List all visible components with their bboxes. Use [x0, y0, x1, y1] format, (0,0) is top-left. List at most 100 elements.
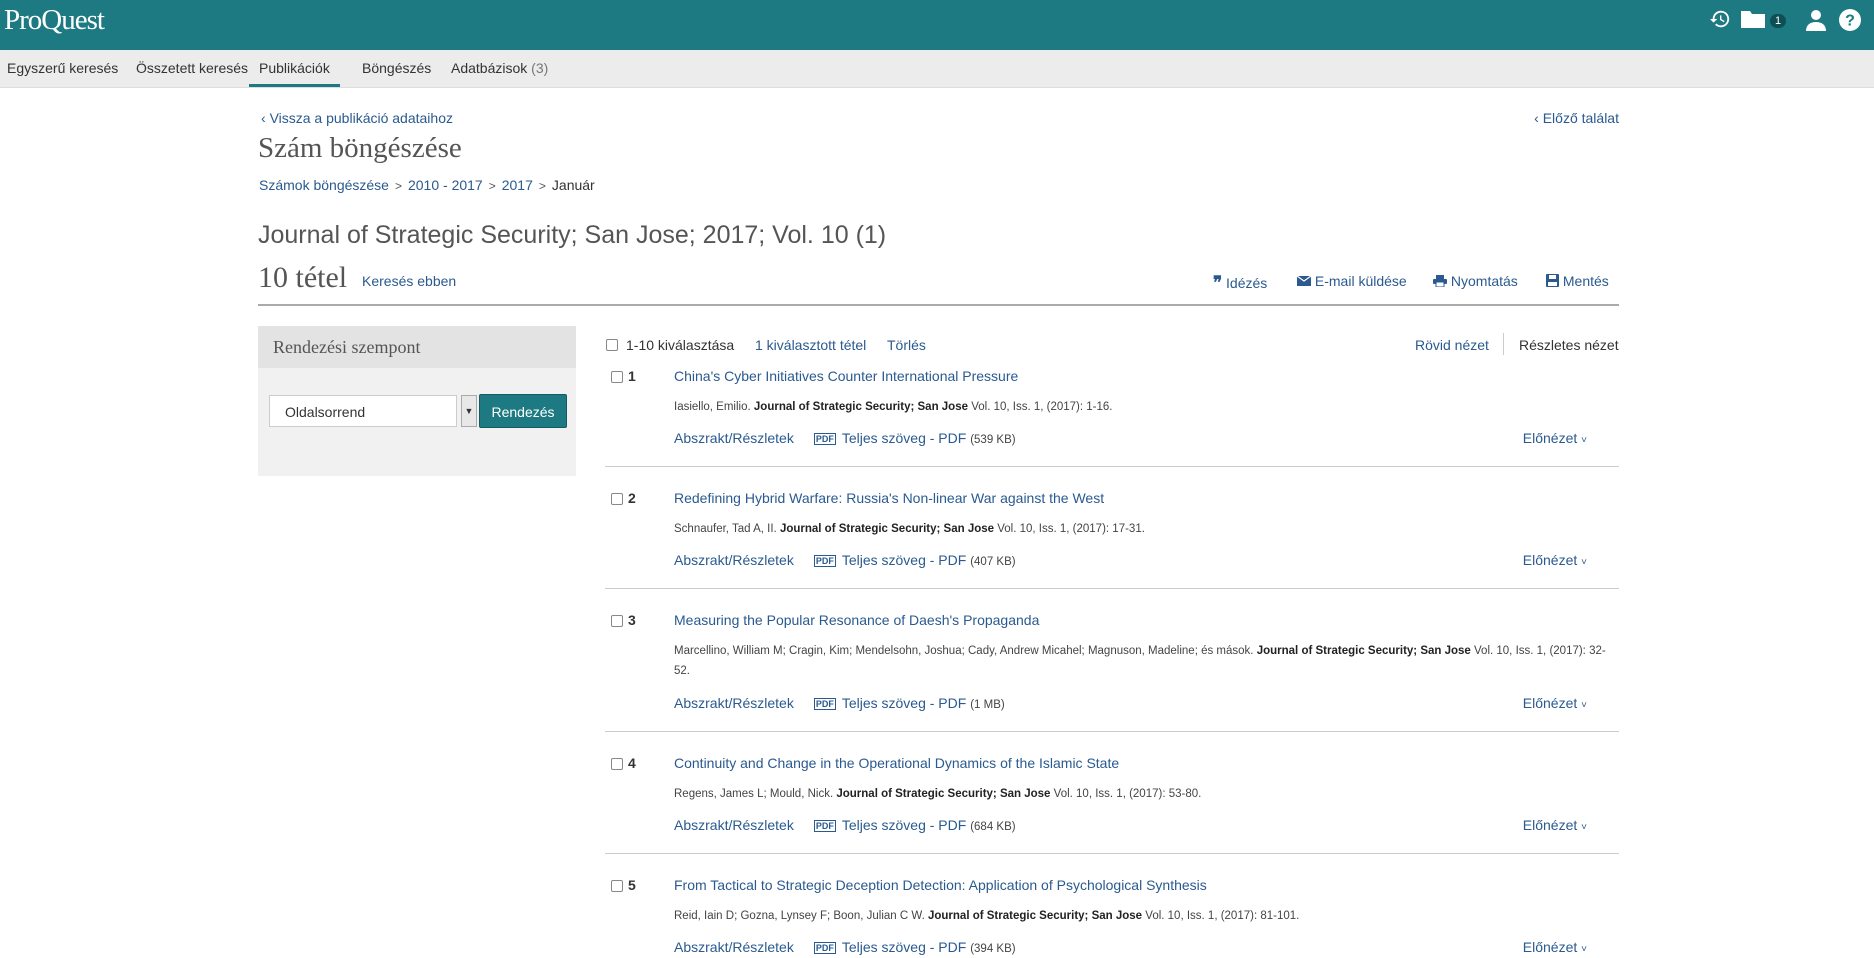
nav-browse[interactable]: Böngészés [362, 50, 431, 87]
item-divider [605, 466, 1619, 467]
preview-toggle[interactable]: Előnézet ˅ [1523, 939, 1587, 955]
fulltext-pdf-link[interactable]: Teljes szöveg - PDF [842, 695, 966, 711]
breadcrumb: Számok böngészése >2010 - 2017 >2017 > Januá… [259, 177, 595, 193]
abstract-link[interactable]: Abszrakt/Részletek [674, 817, 794, 833]
nav-basic-search[interactable]: Egyszerű keresés [7, 50, 118, 87]
sort-heading: Rendezési szempont [258, 326, 576, 368]
chevron-left-icon: ‹ [261, 110, 266, 126]
item-checkbox[interactable] [611, 880, 623, 892]
item-authors: Regens, James L; Mould, Nick. [674, 788, 834, 800]
item-links: Abszrakt/Részletek PDF Teljes szöveg - PDF… [674, 695, 1005, 711]
chevron-down-icon[interactable]: ▼ [461, 395, 477, 427]
item-divider [605, 588, 1619, 589]
item-title-link[interactable]: Measuring the Popular Resonance of Daesh… [674, 612, 1039, 628]
back-to-publication-link[interactable]: ‹ Vissza a publikáció adataihoz [261, 110, 453, 126]
previous-result-link[interactable]: ‹ Előző találat [1534, 110, 1619, 126]
preview-toggle[interactable]: Előnézet ˅ [1523, 817, 1587, 833]
fulltext-pdf-link[interactable]: Teljes szöveg - PDF [842, 817, 966, 833]
item-source: Journal of Strategic Security; San Jose [836, 788, 1051, 800]
search-within-link[interactable]: Keresés ebben [362, 273, 456, 289]
breadcrumb-issues[interactable]: Számok böngészése [259, 177, 389, 193]
print-button[interactable]: Nyomtatás [1433, 273, 1518, 289]
item-links: Abszrakt/Részletek PDF Teljes szöveg - PDF… [674, 817, 1016, 833]
item-number: 4 [628, 755, 636, 771]
clear-selection-link[interactable]: Törlés [887, 337, 926, 353]
view-separator [1503, 333, 1504, 355]
item-volume: Vol. 10, Iss. 1, (2017): 1-16. [971, 401, 1113, 413]
select-all-checkbox[interactable] [606, 339, 618, 351]
page-title: Szám böngészése [258, 132, 462, 164]
item-links: Abszrakt/Részletek PDF Teljes szöveg - PDF… [674, 939, 1016, 955]
item-count: 10 tétel [258, 261, 348, 294]
preview-toggle[interactable]: Előnézet ˅ [1523, 552, 1587, 568]
user-icon[interactable] [1804, 8, 1828, 32]
abstract-link[interactable]: Abszrakt/Részletek [674, 430, 794, 446]
fulltext-pdf-link[interactable]: Teljes szöveg - PDF [842, 939, 966, 955]
chevron-down-icon: ˅ [1581, 700, 1587, 711]
chevron-right-icon: > [538, 179, 546, 193]
floppy-disk-icon [1546, 274, 1559, 287]
item-checkbox[interactable] [611, 758, 623, 770]
item-title-link[interactable]: Continuity and Change in the Operational… [674, 755, 1119, 771]
email-button[interactable]: E-mail küldése [1296, 273, 1407, 289]
pdf-icon: PDF [813, 433, 836, 445]
save-label: Mentés [1562, 273, 1609, 289]
preview-label: Előnézet [1522, 817, 1578, 833]
journal-title: Journal of Strategic Security; San Jose;… [258, 221, 887, 249]
sort-select[interactable]: Oldalsorrend [269, 395, 457, 427]
save-button[interactable]: Mentés [1546, 273, 1609, 289]
chevron-right-icon: > [394, 179, 402, 193]
breadcrumb-range[interactable]: 2010 - 2017 [408, 177, 483, 193]
item-checkbox[interactable] [611, 493, 623, 505]
breadcrumb-month: Január [551, 177, 595, 193]
cite-label: Idézés [1226, 275, 1268, 291]
quote-icon: ❞ [1213, 273, 1223, 292]
item-source: Journal of Strategic Security; San Jose [779, 523, 995, 535]
item-number: 2 [628, 490, 636, 506]
nav-publications[interactable]: Publikációk [249, 50, 340, 87]
item-volume: Vol. 10, Iss. 1, (2017): 17-31. [997, 523, 1145, 535]
item-checkbox[interactable] [611, 371, 623, 383]
abstract-link[interactable]: Abszrakt/Részletek [674, 552, 794, 568]
item-source: Journal of Strategic Security; San Jose [927, 910, 1143, 922]
item-title-link[interactable]: From Tactical to Strategic Deception Det… [674, 877, 1207, 893]
item-checkbox[interactable] [611, 615, 623, 627]
fulltext-pdf-link[interactable]: Teljes szöveg - PDF [842, 552, 966, 568]
fulltext-pdf-link[interactable]: Teljes szöveg - PDF [842, 430, 966, 446]
selected-items-link[interactable]: 1 kiválasztott tétel [755, 337, 866, 353]
svg-text:?: ? [1845, 13, 1855, 30]
pdf-icon: PDF [813, 942, 836, 954]
history-icon[interactable] [1709, 8, 1731, 30]
breadcrumb-year[interactable]: 2017 [502, 177, 533, 193]
detailed-view-link[interactable]: Részletes nézet [1519, 337, 1619, 353]
preview-label: Előnézet [1522, 939, 1578, 955]
item-title-link[interactable]: Redefining Hybrid Warfare: Russia's Non-… [674, 490, 1104, 506]
help-icon[interactable]: ? [1838, 8, 1862, 32]
chevron-down-icon: ˅ [1581, 435, 1587, 446]
cite-button[interactable]: ❞ Idézés [1213, 273, 1267, 293]
file-size: (684 KB) [970, 821, 1016, 833]
preview-toggle[interactable]: Előnézet ˅ [1523, 430, 1587, 446]
folder-icon[interactable] [1740, 8, 1766, 30]
chevron-down-icon: ˅ [1581, 822, 1587, 833]
abstract-link[interactable]: Abszrakt/Részletek [674, 695, 794, 711]
nav-databases[interactable]: Adatbázisok (3) [451, 50, 548, 87]
item-citation: Schnaufer, Tad A, II. Journal of Strateg… [674, 519, 1619, 539]
preview-label: Előnézet [1522, 695, 1578, 711]
proquest-logo[interactable]: ProQuest [4, 4, 105, 37]
item-number: 5 [628, 877, 636, 893]
nav-advanced-search[interactable]: Összetett keresés [136, 50, 248, 87]
item-number: 3 [628, 612, 636, 628]
sort-button[interactable]: Rendezés [479, 394, 567, 428]
abstract-link[interactable]: Abszrakt/Részletek [674, 939, 794, 955]
item-title-link[interactable]: China's Cyber Initiatives Counter Intern… [674, 368, 1018, 384]
pdf-icon: PDF [813, 820, 836, 832]
short-view-link[interactable]: Rövid nézet [1415, 337, 1489, 353]
item-authors: Marcellino, William M; Cragin, Kim; Mend… [674, 645, 1254, 657]
preview-toggle[interactable]: Előnézet ˅ [1523, 695, 1587, 711]
pdf-icon: PDF [813, 698, 836, 710]
item-citation: Reid, Iain D; Gozna, Lynsey F; Boon, Jul… [674, 906, 1619, 926]
item-source: Journal of Strategic Security; San Jose [1256, 645, 1471, 657]
email-label: E-mail küldése [1314, 273, 1407, 289]
chevron-down-icon: ˅ [1581, 557, 1587, 568]
